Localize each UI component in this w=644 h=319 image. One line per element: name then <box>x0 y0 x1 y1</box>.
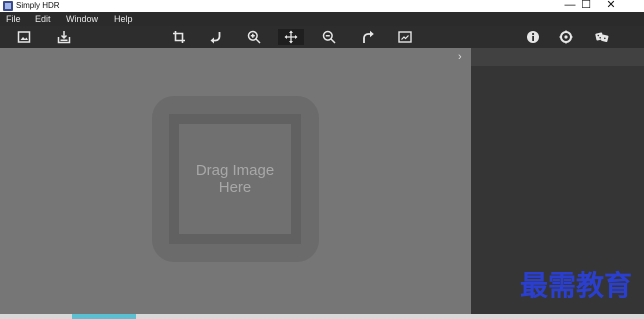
info-icon <box>527 31 539 43</box>
rotate-right-icon <box>363 30 374 43</box>
open-image-icon <box>17 31 31 43</box>
move-icon <box>284 30 298 44</box>
app-logo-icon <box>3 1 13 11</box>
crop-icon <box>173 31 185 43</box>
fit-screen-icon <box>398 31 412 43</box>
maximize-button[interactable]: ☐ <box>576 0 596 12</box>
rotate-right-button[interactable] <box>355 29 381 45</box>
status-bar <box>0 314 644 319</box>
image-canvas[interactable]: Drag Image Here › <box>0 48 471 314</box>
random-dice-icon <box>595 32 609 42</box>
close-button[interactable]: ✕ <box>601 0 621 12</box>
save-button[interactable] <box>51 29 77 45</box>
rotate-left-button[interactable] <box>203 29 229 45</box>
rotate-left-icon <box>210 32 221 44</box>
window-title: Simply HDR <box>16 1 60 10</box>
menu-window[interactable]: Window <box>66 12 98 26</box>
drop-zone[interactable]: Drag Image Here <box>152 96 319 262</box>
settings-icon <box>559 30 573 44</box>
drop-zone-label: Drag Image Here <box>195 162 275 196</box>
watermark-text: 最需教育 <box>520 269 633 302</box>
move-button[interactable] <box>278 29 304 45</box>
zoom-in-button[interactable] <box>241 29 267 45</box>
status-tab-active[interactable] <box>72 314 136 319</box>
title-bar: Simply HDR — ☐ ✕ <box>0 0 644 12</box>
fit-screen-button[interactable] <box>392 29 418 45</box>
panel-toggle-chevron-right-icon[interactable]: › <box>458 51 462 63</box>
menu-help[interactable]: Help <box>114 12 133 26</box>
side-panel-header <box>471 48 644 66</box>
info-button[interactable] <box>520 29 546 45</box>
toolbar <box>0 26 644 48</box>
crop-button[interactable] <box>166 29 192 45</box>
menu-edit[interactable]: Edit <box>35 12 51 26</box>
zoom-in-icon <box>247 30 261 44</box>
zoom-out-icon <box>322 30 336 44</box>
settings-button[interactable] <box>553 29 579 45</box>
menu-bar: File Edit Window Help <box>0 12 644 26</box>
save-icon <box>57 31 71 44</box>
drop-zone-frame: Drag Image Here <box>169 114 301 244</box>
zoom-out-button[interactable] <box>316 29 342 45</box>
open-image-button[interactable] <box>11 29 37 45</box>
menu-file[interactable]: File <box>6 12 21 26</box>
random-dice-button[interactable] <box>589 29 615 45</box>
